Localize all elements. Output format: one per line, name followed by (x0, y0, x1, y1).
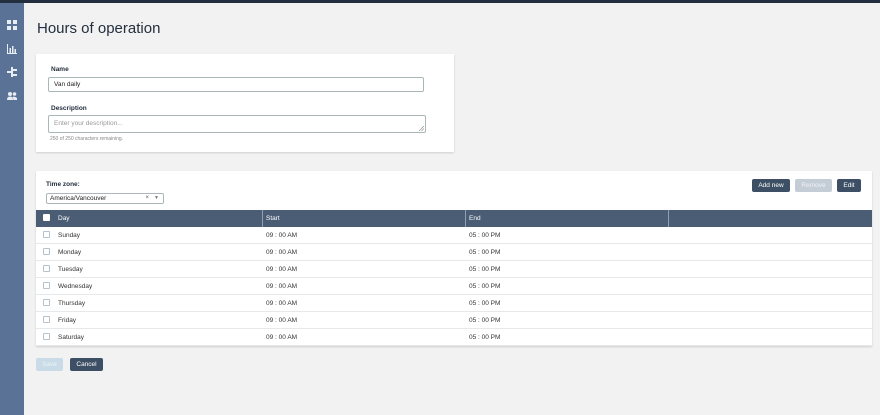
row-checkbox[interactable] (43, 316, 50, 323)
sidebar (0, 3, 24, 415)
day-cell: Sunday (58, 232, 81, 239)
start-time-cell: 09 : 00 AM (266, 266, 298, 273)
name-input[interactable]: Van daily (48, 77, 424, 92)
start-time-cell: 09 : 00 AM (266, 283, 298, 290)
description-char-count: 250 of 250 characters remaining. (50, 136, 124, 142)
day-cell: Friday (58, 317, 77, 324)
column-divider (465, 210, 466, 227)
table-row[interactable]: Sunday 09 : 00 AM 05 : 00 PM (36, 227, 872, 244)
name-value: Van daily (54, 81, 81, 88)
start-time-cell: 09 : 00 AM (266, 232, 298, 239)
end-time-cell: 05 : 00 PM (469, 249, 501, 256)
name-label: Name (51, 66, 69, 73)
column-divider (668, 210, 669, 227)
add-new-button[interactable]: Add new (752, 179, 790, 192)
timezone-select[interactable]: America/Vancouver × ▼ (46, 193, 164, 204)
row-checkbox[interactable] (43, 248, 50, 255)
column-divider (262, 210, 263, 227)
row-checkbox[interactable] (43, 299, 50, 306)
table-row[interactable]: Monday 09 : 00 AM 05 : 00 PM (36, 244, 872, 261)
description-textarea[interactable]: Enter your description... (48, 115, 426, 133)
clear-icon[interactable]: × (145, 195, 149, 201)
description-label: Description (51, 105, 87, 112)
start-time-cell: 09 : 00 AM (266, 249, 298, 256)
timezone-label: Time zone: (46, 181, 80, 188)
end-time-cell: 05 : 00 PM (469, 334, 501, 341)
description-placeholder: Enter your description... (54, 120, 123, 127)
row-checkbox[interactable] (43, 282, 50, 289)
row-checkbox[interactable] (43, 231, 50, 238)
end-time-cell: 05 : 00 PM (469, 300, 501, 307)
resize-handle-icon[interactable] (419, 126, 424, 131)
start-time-cell: 09 : 00 AM (266, 334, 298, 341)
day-cell: Thursday (58, 300, 86, 307)
chevron-down-icon[interactable]: ▼ (154, 195, 159, 201)
table-row[interactable]: Tuesday 09 : 00 AM 05 : 00 PM (36, 261, 872, 278)
table-header: Day Start End (36, 210, 872, 227)
column-header-end[interactable]: End (469, 210, 481, 227)
start-time-cell: 09 : 00 AM (266, 300, 298, 307)
day-cell: Tuesday (58, 266, 83, 273)
remove-button[interactable]: Remove (795, 179, 832, 192)
start-time-cell: 09 : 00 AM (266, 317, 298, 324)
row-checkbox[interactable] (43, 333, 50, 340)
users-icon[interactable] (6, 90, 18, 102)
column-header-start[interactable]: Start (266, 210, 280, 227)
timezone-value: America/Vancouver (50, 195, 107, 202)
routing-icon[interactable] (6, 66, 18, 78)
edit-button[interactable]: Edit (837, 179, 861, 192)
table-row[interactable]: Friday 09 : 00 AM 05 : 00 PM (36, 312, 872, 329)
metrics-icon[interactable] (6, 43, 18, 55)
end-time-cell: 05 : 00 PM (469, 266, 501, 273)
end-time-cell: 05 : 00 PM (469, 232, 501, 239)
day-cell: Wednesday (58, 283, 93, 290)
top-bar (0, 0, 880, 3)
end-time-cell: 05 : 00 PM (469, 283, 501, 290)
table-row[interactable]: Saturday 09 : 00 AM 05 : 00 PM (36, 329, 872, 346)
schedule-card: Time zone: America/Vancouver × ▼ Add new… (36, 171, 872, 346)
day-cell: Saturday (58, 334, 85, 341)
day-cell: Monday (58, 249, 82, 256)
details-card: Name Van daily Description Enter your de… (36, 54, 454, 152)
cancel-button[interactable]: Cancel (70, 358, 103, 371)
column-header-day[interactable]: Day (58, 210, 70, 227)
save-button[interactable]: Save (36, 358, 63, 371)
select-all-checkbox[interactable] (43, 214, 50, 221)
table-row[interactable]: Wednesday 09 : 00 AM 05 : 00 PM (36, 278, 872, 295)
row-checkbox[interactable] (43, 265, 50, 272)
page-title: Hours of operation (37, 20, 161, 37)
dashboard-icon[interactable] (6, 19, 18, 31)
table-row[interactable]: Thursday 09 : 00 AM 05 : 00 PM (36, 295, 872, 312)
end-time-cell: 05 : 00 PM (469, 317, 501, 324)
